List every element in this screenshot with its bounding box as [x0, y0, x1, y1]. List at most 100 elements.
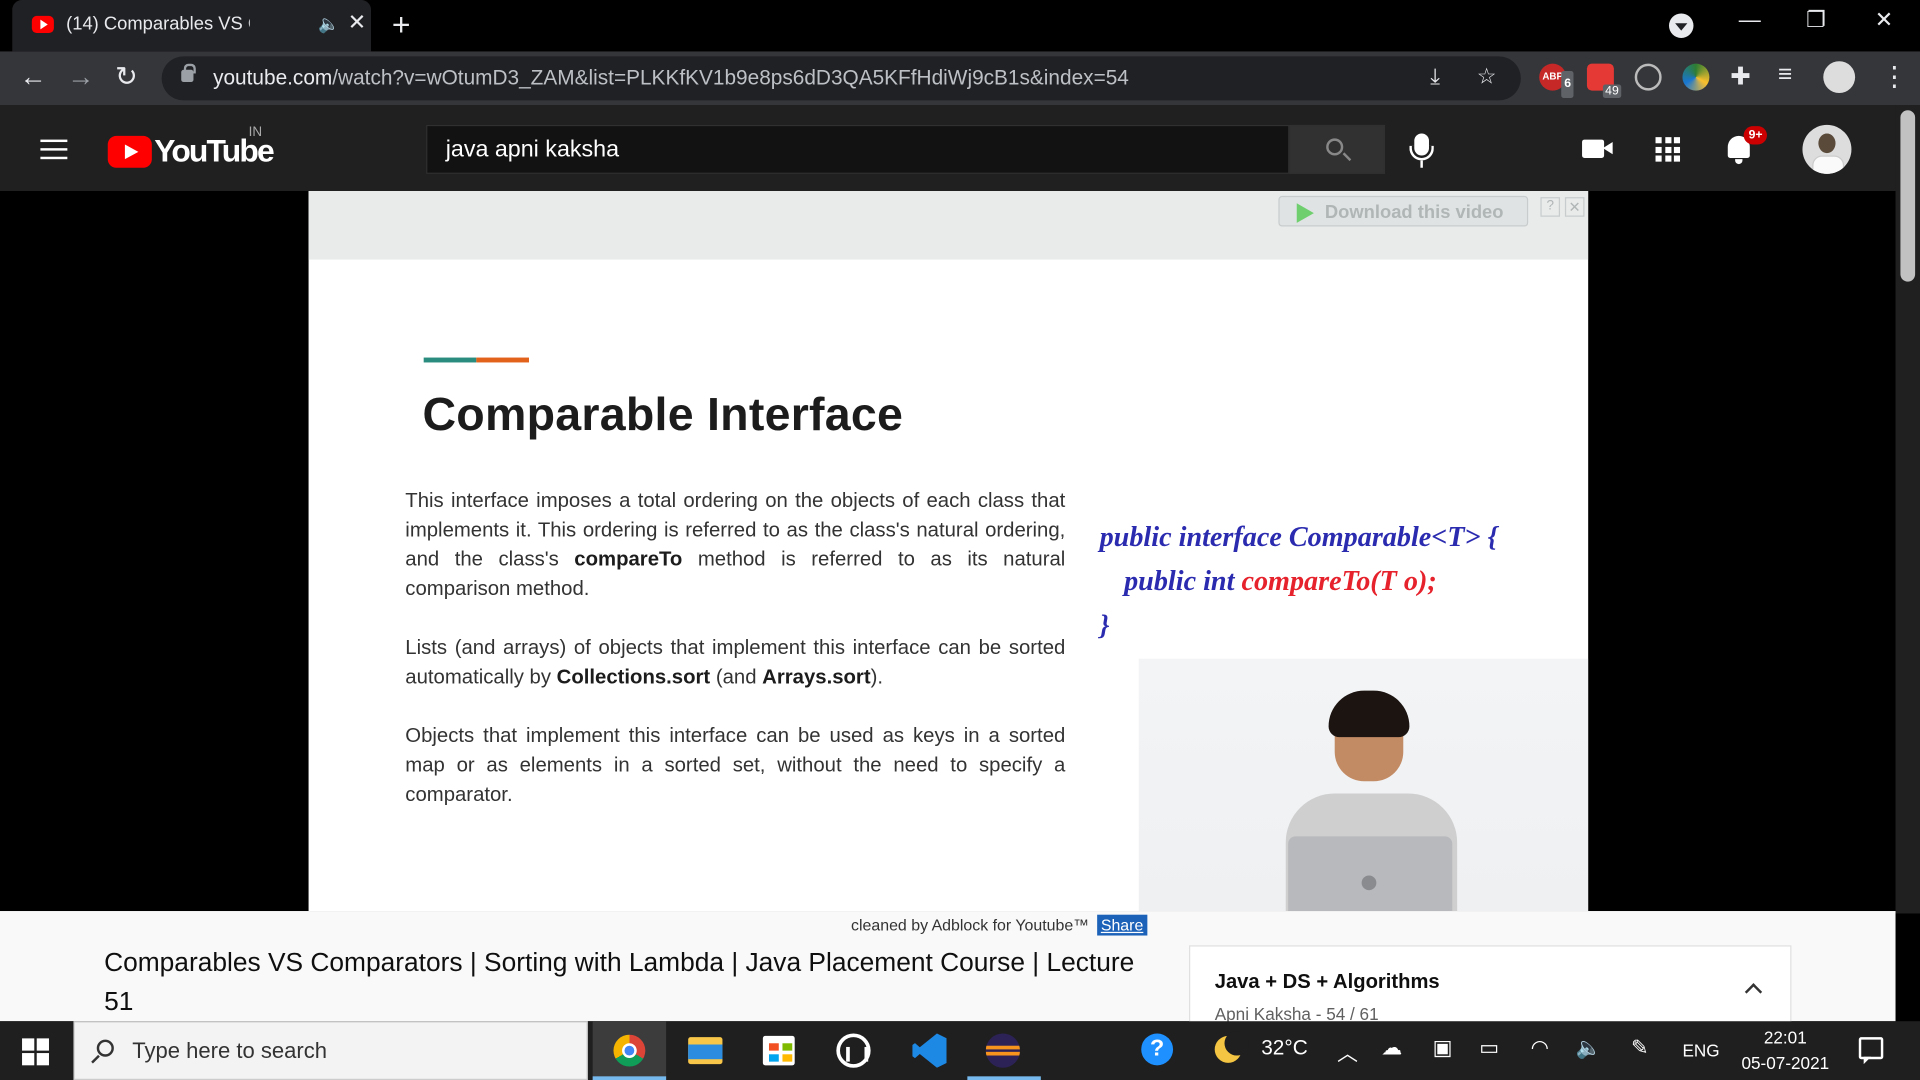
search-query[interactable]: java apni kaksha: [446, 137, 619, 164]
address-bar[interactable]: youtube.com/watch?v=wOtumD3_ZAM&list=PLK…: [161, 56, 1521, 101]
display-icon[interactable]: ▣: [1433, 1036, 1453, 1060]
slide-paragraph-1: This interface imposes a total ordering …: [405, 488, 1066, 601]
help-icon[interactable]: ?: [1141, 1033, 1174, 1066]
forward-icon[interactable]: →: [67, 61, 94, 93]
search-button[interactable]: [1289, 124, 1385, 174]
volume-icon[interactable]: 🔈: [1576, 1036, 1602, 1060]
youtube-favicon-icon: [31, 15, 54, 34]
help-icon[interactable]: ?: [1540, 197, 1561, 217]
clock[interactable]: 22:01 05-07-2021: [1736, 1025, 1834, 1076]
browser-toolbar: ← → ↻ youtube.com/watch?v=wOtumD3_ZAM&li…: [0, 51, 1920, 106]
accent-bar-orange: [476, 357, 529, 363]
country-code: IN: [248, 124, 263, 140]
color-extension-icon[interactable]: [1682, 63, 1710, 91]
eclipse-taskbar-button[interactable]: [967, 1021, 1041, 1080]
scrollbar-thumb[interactable]: [1900, 110, 1916, 282]
language-indicator[interactable]: ENG: [1682, 1041, 1719, 1061]
reload-icon[interactable]: ↻: [115, 61, 138, 93]
share-button[interactable]: Share: [1097, 914, 1147, 936]
media-icon[interactable]: ≡: [1778, 61, 1792, 89]
star-icon[interactable]: ☆: [1477, 64, 1497, 90]
video-player[interactable]: Download this video ? ✕ Comparable Inter…: [308, 191, 1589, 912]
wifi-icon[interactable]: ◠: [1531, 1036, 1549, 1060]
chevron-up-icon[interactable]: [1744, 983, 1763, 1001]
back-icon[interactable]: ←: [20, 61, 47, 93]
app-taskbar-button[interactable]: [817, 1021, 890, 1080]
download-label: Download this video: [1324, 202, 1504, 223]
browser-tab[interactable]: (14) Comparables VS Comparators | Sortin…: [12, 0, 372, 52]
vscode-taskbar-button[interactable]: [891, 1021, 964, 1080]
search-icon: [96, 1039, 114, 1057]
vscode-icon: [912, 1033, 947, 1068]
download-video-button[interactable]: Download this video: [1278, 195, 1529, 227]
ring-app-icon: [836, 1033, 871, 1068]
windows-icon[interactable]: [22, 1038, 49, 1066]
create-video-icon[interactable]: [1582, 139, 1613, 158]
profile-avatar[interactable]: [1823, 61, 1856, 94]
chrome-taskbar-button[interactable]: [592, 1021, 667, 1080]
search-input[interactable]: java apni kaksha: [426, 124, 1290, 174]
tab-search-icon[interactable]: [1668, 13, 1694, 38]
screen: (14) Comparables VS Comparators | Sortin…: [0, 0, 1920, 1080]
more-icon[interactable]: ⋮: [1881, 61, 1908, 93]
store-icon: [762, 1035, 795, 1066]
store-taskbar-button[interactable]: [742, 1021, 815, 1080]
play-icon: [1296, 203, 1314, 223]
taskbar-search-placeholder: Type here to search: [132, 1038, 328, 1063]
eclipse-icon: [985, 1033, 1021, 1068]
slide-paragraph-2: Lists (and arrays) of objects that imple…: [405, 635, 1066, 689]
explorer-taskbar-button[interactable]: [667, 1021, 740, 1080]
accent-bar-teal: [423, 357, 477, 363]
mic-icon[interactable]: [1409, 133, 1434, 168]
temperature[interactable]: 32°C: [1261, 1036, 1308, 1060]
cloud-extension-icon[interactable]: [1634, 63, 1662, 91]
restore-icon[interactable]: ❐: [1806, 7, 1826, 33]
laptop-image: [1288, 836, 1453, 912]
minimize-icon[interactable]: —: [1739, 7, 1761, 33]
pen-icon[interactable]: ✎: [1631, 1036, 1648, 1060]
playlist-panel[interactable]: Java + DS + Algorithms Apni Kaksha - 54 …: [1188, 945, 1792, 1032]
chevron-up-icon[interactable]: ︿: [1337, 1036, 1358, 1067]
folder-icon: [688, 1037, 723, 1065]
lock-icon[interactable]: [181, 63, 196, 83]
onedrive-icon[interactable]: ☁: [1381, 1036, 1402, 1060]
red-extension-icon[interactable]: 49: [1586, 63, 1622, 98]
scrollbar[interactable]: [1895, 105, 1920, 914]
youtube-logo[interactable]: YouTube IN: [107, 125, 275, 170]
video-top-band: Download this video ? ✕: [308, 191, 1589, 260]
plus-icon[interactable]: +: [392, 6, 411, 44]
window-close-icon[interactable]: ✕: [1875, 7, 1893, 33]
install-icon[interactable]: ⤓: [1430, 64, 1440, 90]
code-line-3: }: [1099, 609, 1110, 641]
menu-icon[interactable]: [40, 139, 68, 160]
notification-badge: 9+: [1743, 126, 1768, 145]
apps-icon[interactable]: [1655, 137, 1681, 162]
close-icon[interactable]: ✕: [1564, 197, 1585, 217]
taskbar-search-input[interactable]: Type here to search: [73, 1021, 588, 1080]
video-info: cleaned by Adblock for Youtube™ Share Co…: [0, 911, 1896, 1032]
code-line-1: public interface Comparable<T> {: [1099, 521, 1498, 553]
speaker-icon[interactable]: 🔈: [318, 13, 339, 34]
puzzle-icon[interactable]: ✚: [1730, 61, 1751, 92]
search-icon: [1326, 138, 1344, 156]
chrome-icon: [613, 1034, 646, 1067]
clock-date: 05-07-2021: [1741, 1053, 1830, 1073]
presenter-hair: [1328, 690, 1410, 738]
playlist-title[interactable]: Java + DS + Algorithms: [1215, 971, 1440, 994]
close-icon[interactable]: ✕: [348, 10, 366, 36]
windows-taskbar: Type here to search ? 32°C ︿ ☁ ▣ ▭ ◠ 🔈 ✎…: [0, 1021, 1920, 1080]
notification-icon[interactable]: [1858, 1037, 1884, 1065]
tab-title: (14) Comparables VS Comparators | Sortin…: [66, 13, 250, 35]
adblock-extension-icon[interactable]: ABP 6: [1539, 63, 1574, 98]
code-line-2: public int compareTo(T o);: [1124, 565, 1437, 597]
clock-time: 22:01: [1763, 1027, 1807, 1047]
slide-title: Comparable Interface: [422, 389, 904, 441]
presenter-webcam: [1138, 658, 1589, 912]
adblock-note: cleaned by Adblock for Youtube™: [851, 915, 1090, 935]
battery-icon[interactable]: ▭: [1479, 1036, 1499, 1060]
youtube-header: YouTube IN java apni kaksha 9+: [0, 105, 1896, 192]
video-title: Comparables VS Comparators | Sorting wit…: [104, 947, 1135, 1017]
weather-moon-icon[interactable]: [1214, 1031, 1249, 1063]
url-text[interactable]: youtube.com/watch?v=wOtumD3_ZAM&list=PLK…: [213, 66, 1129, 90]
account-avatar[interactable]: [1802, 124, 1852, 174]
